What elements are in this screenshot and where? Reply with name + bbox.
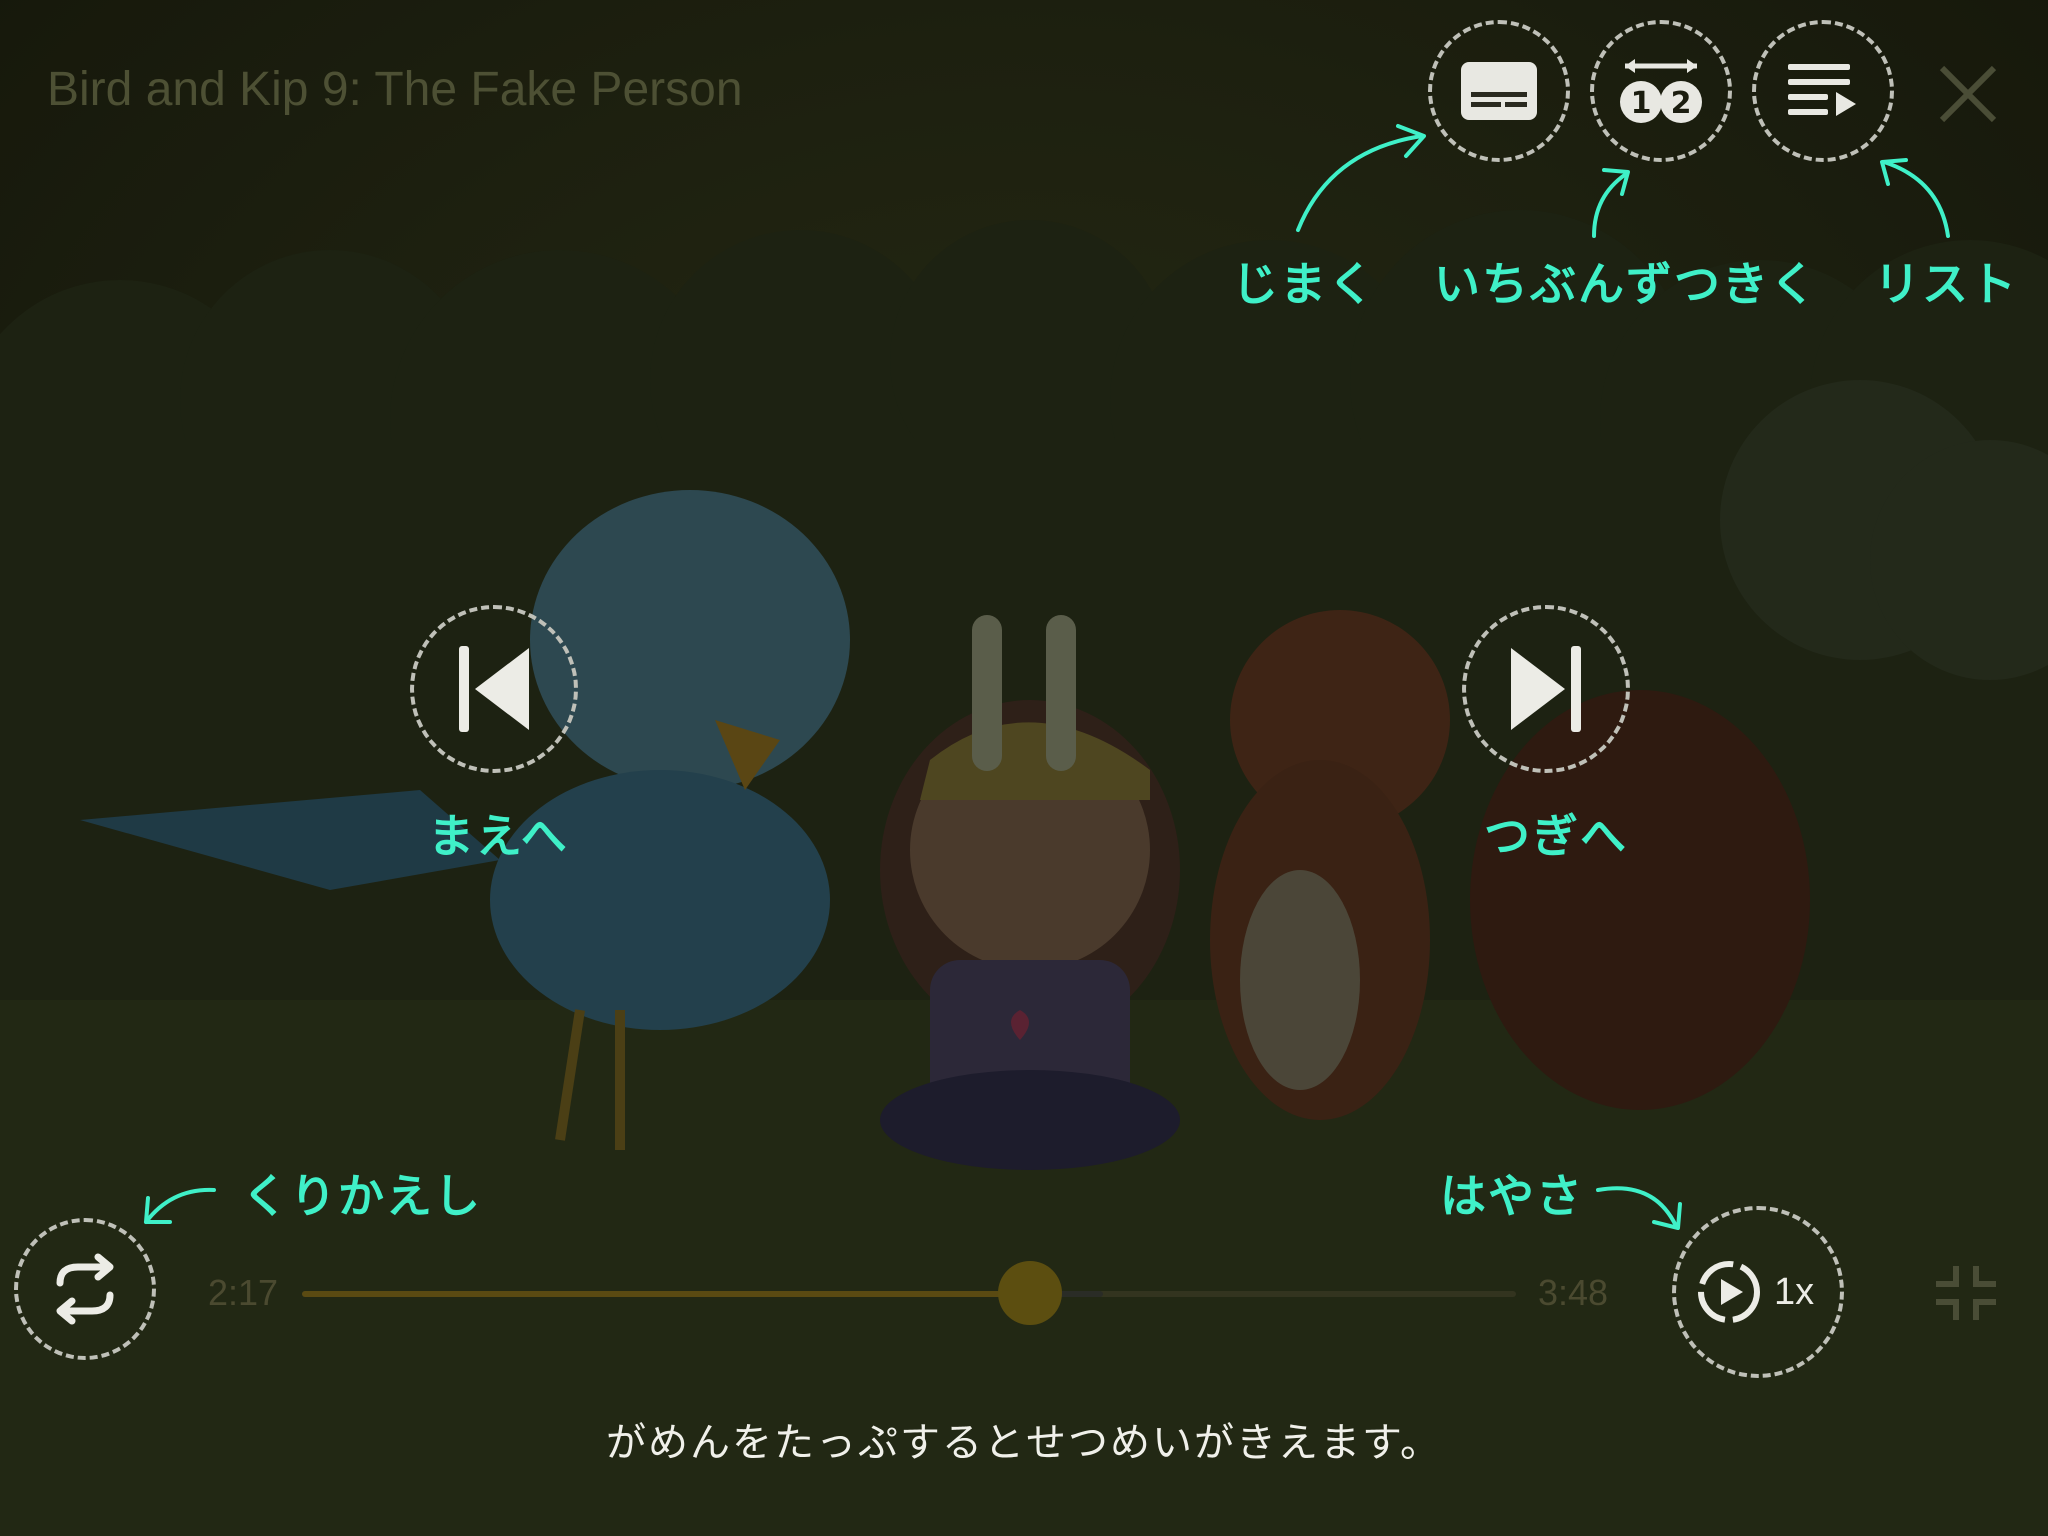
repeat-icon xyxy=(56,1253,114,1325)
repeat-help-label: くりかえし xyxy=(242,1169,482,1223)
subtitles-button[interactable] xyxy=(1428,20,1570,162)
sentence-mode-icon: 1 2 xyxy=(1620,59,1702,123)
close-button[interactable] xyxy=(1936,62,2000,126)
speed-button[interactable]: 1x xyxy=(1672,1206,1844,1378)
subtitles-help-label: じまく xyxy=(1232,257,1376,311)
next-button[interactable] xyxy=(1462,605,1630,773)
video-title: Bird and Kip 9: The Fake Person xyxy=(47,63,743,116)
total-duration: 3:48 xyxy=(1538,1272,1609,1313)
svg-text:2: 2 xyxy=(1671,86,1692,121)
progress-track[interactable] xyxy=(302,1261,1516,1325)
current-time: 2:17 xyxy=(208,1272,279,1313)
repeat-button[interactable] xyxy=(14,1218,156,1360)
previous-help-label: まえへ xyxy=(428,809,569,863)
next-help-label: つぎへ xyxy=(1484,809,1628,863)
subtitles-icon xyxy=(1461,62,1537,120)
progress-fill xyxy=(302,1291,1030,1297)
exit-fullscreen-icon xyxy=(1936,1266,1996,1320)
subtitle-caption: がめんをたっぷするとせつめいがきえます。 xyxy=(606,1420,1442,1466)
exit-fullscreen-button[interactable] xyxy=(1932,1264,2000,1322)
skip-next-icon xyxy=(1511,646,1581,732)
speed-help-label: はやさ xyxy=(1440,1169,1584,1223)
progress-thumb[interactable] xyxy=(997,1261,1062,1325)
playlist-button[interactable] xyxy=(1752,20,1894,162)
sentence-mode-help-label: いちぶんずつきく xyxy=(1434,257,1818,311)
list-help-label: リスト xyxy=(1874,257,2018,311)
pause-button[interactable] xyxy=(968,615,1080,771)
close-icon xyxy=(1939,65,1997,123)
speed-value: 1x xyxy=(1774,1270,1815,1313)
skip-previous-icon xyxy=(459,646,529,732)
pause-icon xyxy=(972,615,1076,771)
sentence-mode-button[interactable]: 1 2 xyxy=(1590,20,1732,162)
svg-text:1: 1 xyxy=(1631,86,1652,121)
playlist-icon xyxy=(1788,64,1856,116)
previous-button[interactable] xyxy=(410,605,578,773)
playback-speed-icon xyxy=(1698,1261,1760,1323)
